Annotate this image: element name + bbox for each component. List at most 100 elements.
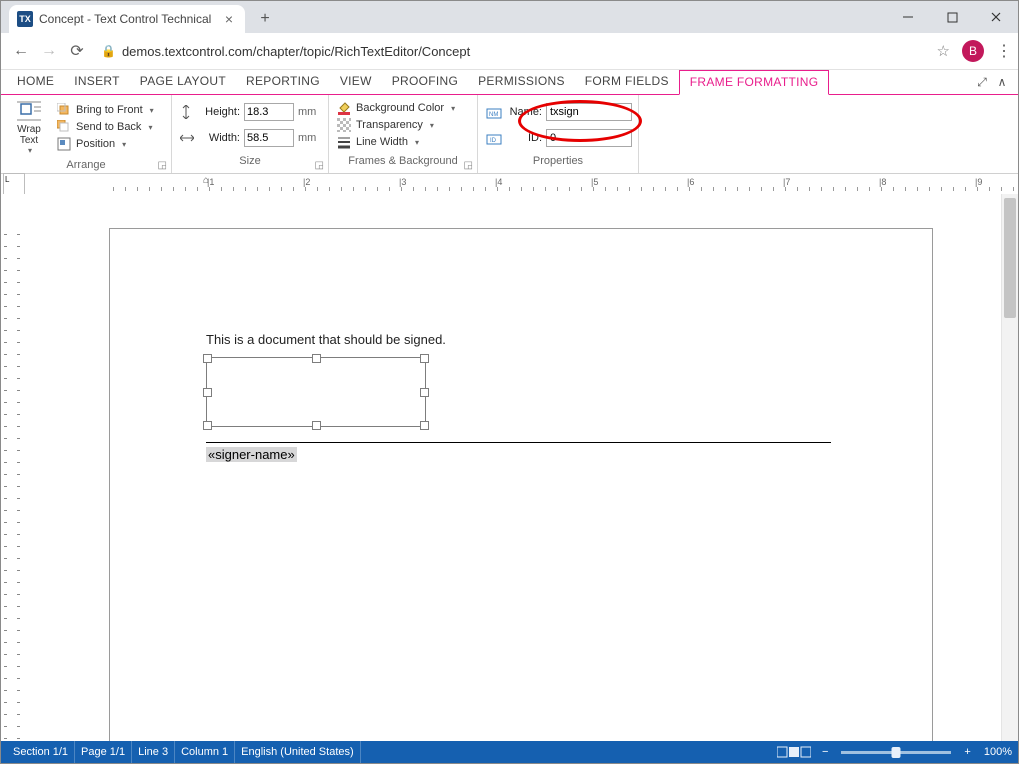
resize-handle-ne[interactable] xyxy=(420,354,429,363)
id-label: ID: xyxy=(506,132,542,144)
browser-tab[interactable]: TX Concept - Text Control Technical × xyxy=(9,5,245,33)
status-viewmode-icon[interactable] xyxy=(771,741,817,763)
status-bar: Section 1/1 Page 1/1 Line 3 Column 1 Eng… xyxy=(1,741,1018,763)
svg-text:NM: NM xyxy=(489,112,498,118)
line-width-icon xyxy=(337,135,351,149)
ribbon-fullscreen-icon[interactable]: ⤢ xyxy=(972,70,992,94)
resize-handle-s[interactable] xyxy=(312,421,321,430)
new-tab-button[interactable]: + xyxy=(251,5,279,33)
merge-field-signer-name[interactable]: «signer-name» xyxy=(206,447,297,462)
bring-to-front-button[interactable]: Bring to Front▾ xyxy=(57,103,154,117)
nav-forward-button[interactable]: → xyxy=(35,37,63,65)
zoom-percent[interactable]: 100% xyxy=(984,746,1012,758)
tab-view[interactable]: VIEW xyxy=(330,70,382,94)
width-icon xyxy=(180,130,196,146)
window-minimize-button[interactable] xyxy=(886,1,930,33)
browser-menu-icon[interactable]: ⋮ xyxy=(996,41,1012,61)
group-label-properties: Properties xyxy=(533,155,583,167)
transparency-button[interactable]: Transparency▾ xyxy=(337,118,455,132)
zoom-out-button[interactable]: − xyxy=(817,746,833,758)
position-button[interactable]: Position▾ xyxy=(57,137,154,151)
status-page[interactable]: Page 1/1 xyxy=(75,741,132,763)
group-label-arrange: Arrange xyxy=(66,159,105,171)
favicon-icon: TX xyxy=(17,11,33,27)
bring-to-front-icon xyxy=(57,103,71,117)
tab-home[interactable]: HOME xyxy=(7,70,64,94)
ribbon-tabstrip: HOME INSERT PAGE LAYOUT REPORTING VIEW P… xyxy=(1,70,1018,95)
resize-handle-w[interactable] xyxy=(203,388,212,397)
width-label: Width: xyxy=(200,132,240,144)
status-section[interactable]: Section 1/1 xyxy=(7,741,75,763)
resize-handle-e[interactable] xyxy=(420,388,429,397)
vertical-ruler[interactable] xyxy=(1,194,23,741)
lock-icon: 🔒 xyxy=(101,44,116,58)
svg-text:ID: ID xyxy=(490,138,497,144)
scrollbar-thumb[interactable] xyxy=(1004,198,1016,318)
group-label-size: Size xyxy=(239,155,260,167)
status-column[interactable]: Column 1 xyxy=(175,741,235,763)
horizontal-ruler[interactable]: |1|2|3|4|5|6|7|8|9⌂ xyxy=(27,175,1018,193)
signature-frame[interactable] xyxy=(206,357,426,427)
document-canvas[interactable]: This is a document that should be signed… xyxy=(23,194,1001,741)
tab-reporting[interactable]: REPORTING xyxy=(236,70,330,94)
resize-handle-se[interactable] xyxy=(420,421,429,430)
browser-titlebar: TX Concept - Text Control Technical × + xyxy=(1,1,1018,33)
nav-back-button[interactable]: ← xyxy=(7,37,35,65)
vertical-scrollbar[interactable] xyxy=(1001,194,1018,741)
width-unit: mm xyxy=(298,132,316,144)
bookmark-star-icon[interactable]: ☆ xyxy=(937,42,950,60)
signature-line xyxy=(206,442,831,443)
editor-workspace: This is a document that should be signed… xyxy=(1,194,1018,741)
window-close-button[interactable] xyxy=(974,1,1018,33)
wrap-text-icon xyxy=(17,100,41,124)
position-icon xyxy=(57,137,71,151)
name-label: Name: xyxy=(506,106,542,118)
url-text: demos.textcontrol.com/chapter/topic/Rich… xyxy=(122,44,470,59)
resize-handle-nw[interactable] xyxy=(203,354,212,363)
send-to-back-icon xyxy=(57,120,71,134)
window-maximize-button[interactable] xyxy=(930,1,974,33)
size-dialog-launcher-icon[interactable]: ◲ xyxy=(315,160,324,171)
tab-form-fields[interactable]: FORM FIELDS xyxy=(575,70,679,94)
tab-permissions[interactable]: PERMISSIONS xyxy=(468,70,575,94)
tab-insert[interactable]: INSERT xyxy=(64,70,130,94)
tab-proofing[interactable]: PROOFING xyxy=(382,70,468,94)
nav-reload-button[interactable]: ⟳ xyxy=(63,37,91,65)
line-width-button[interactable]: Line Width▾ xyxy=(337,135,455,149)
tab-page-layout[interactable]: PAGE LAYOUT xyxy=(130,70,236,94)
status-language[interactable]: English (United States) xyxy=(235,741,361,763)
frame-id-input[interactable] xyxy=(546,129,632,147)
document-body-text[interactable]: This is a document that should be signed… xyxy=(206,332,446,347)
resize-handle-sw[interactable] xyxy=(203,421,212,430)
background-color-button[interactable]: Background Color▾ xyxy=(337,101,455,115)
frames-dialog-launcher-icon[interactable]: ◲ xyxy=(464,160,473,171)
arrange-dialog-launcher-icon[interactable]: ◲ xyxy=(158,160,167,171)
ribbon-panel: Wrap Text▾ Bring to Front▾ Send to Back▾… xyxy=(1,95,1018,174)
width-input[interactable] xyxy=(244,129,294,147)
address-bar[interactable]: 🔒 demos.textcontrol.com/chapter/topic/Ri… xyxy=(91,44,929,59)
name-icon: NM xyxy=(486,104,502,120)
id-icon: ID xyxy=(486,130,502,146)
zoom-slider[interactable] xyxy=(841,751,951,754)
horizontal-ruler-row: L |1|2|3|4|5|6|7|8|9⌂ xyxy=(1,174,1018,194)
height-unit: mm xyxy=(298,106,316,118)
status-line[interactable]: Line 3 xyxy=(132,741,175,763)
send-to-back-button[interactable]: Send to Back▾ xyxy=(57,120,154,134)
paint-bucket-icon xyxy=(337,101,351,115)
tab-frame-formatting[interactable]: FRAME FORMATTING xyxy=(679,70,830,95)
frame-name-input[interactable] xyxy=(546,103,632,121)
height-label: Height: xyxy=(200,106,240,118)
zoom-in-button[interactable]: + xyxy=(959,746,975,758)
height-input[interactable] xyxy=(244,103,294,121)
zoom-slider-knob[interactable] xyxy=(892,747,901,758)
ruler-corner-icon[interactable]: L xyxy=(3,173,25,195)
wrap-text-button[interactable]: Wrap Text▾ xyxy=(9,99,49,155)
group-label-frames: Frames & Background xyxy=(348,155,457,167)
tab-close-icon[interactable]: × xyxy=(221,11,237,27)
resize-handle-n[interactable] xyxy=(312,354,321,363)
tab-title: Concept - Text Control Technical xyxy=(39,12,221,26)
document-page: This is a document that should be signed… xyxy=(109,228,933,741)
height-icon xyxy=(180,104,196,120)
profile-avatar[interactable]: B xyxy=(962,40,984,62)
ribbon-collapse-icon[interactable]: ∧ xyxy=(992,70,1012,94)
